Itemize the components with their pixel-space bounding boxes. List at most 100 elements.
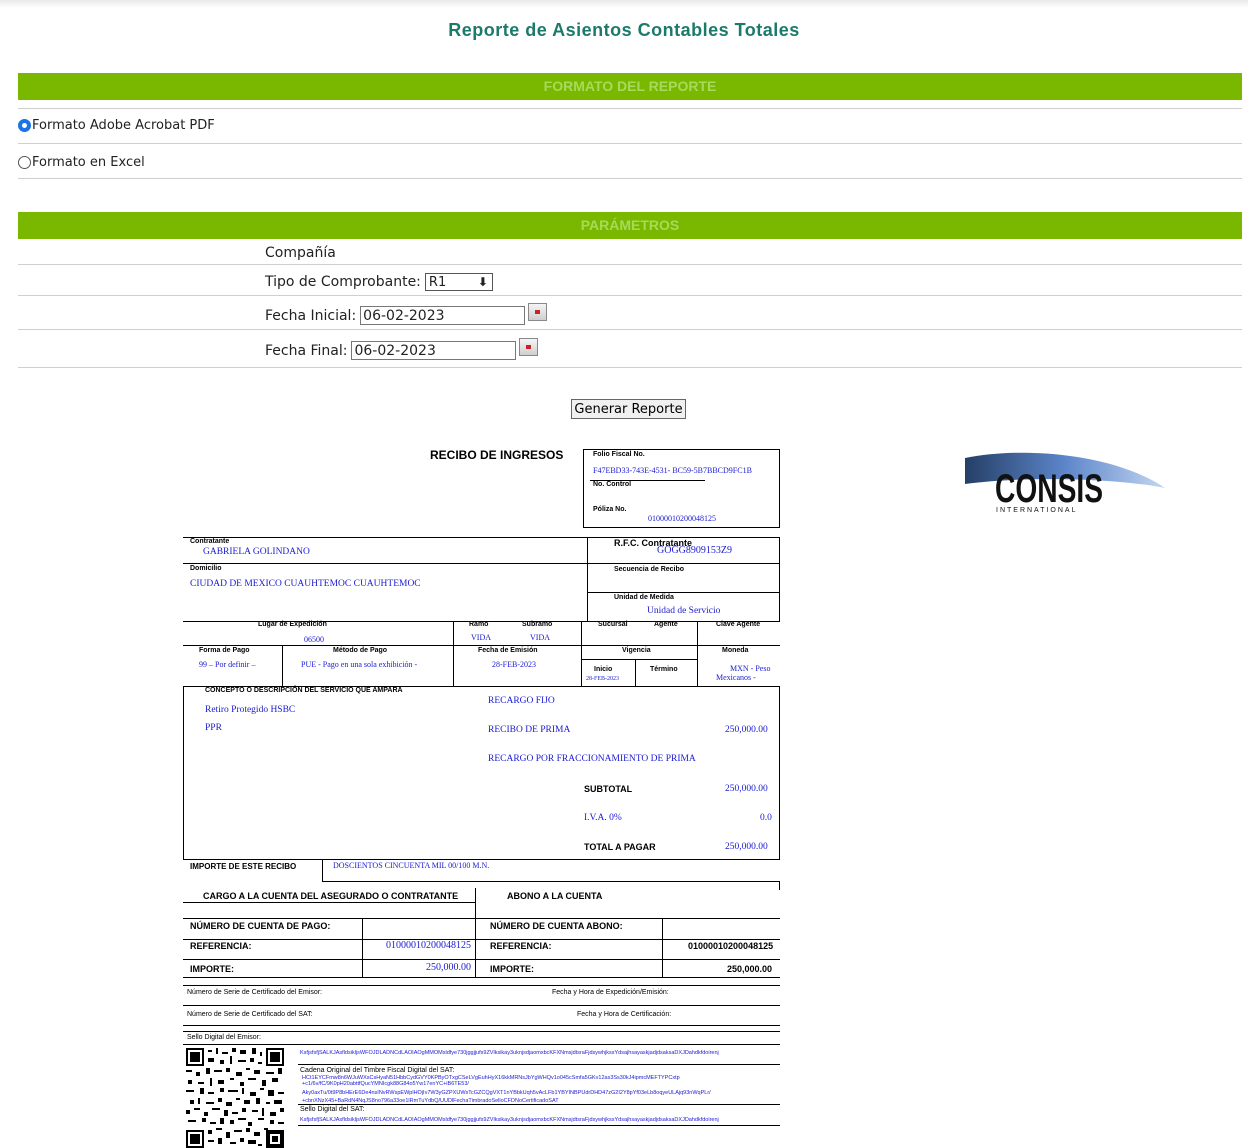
- fecha-final-input[interactable]: 06-02-2023: [351, 341, 517, 360]
- domicilio-label: Domicilio: [190, 565, 222, 572]
- abono-label: ABONO A LA CUENTA: [507, 891, 603, 901]
- inicio-label: Inicio: [594, 666, 613, 673]
- importe-abono-label: IMPORTE:: [490, 964, 534, 974]
- chevron-down-icon: ⬇: [477, 275, 488, 289]
- referencia-cargo-value: 01000010200048125: [386, 940, 471, 951]
- rfc-value: GOGG8909153Z9: [657, 545, 732, 556]
- serie-sat-label: Número de Serie de Certificado del SAT:: [187, 1011, 313, 1018]
- radio-excel[interactable]: [18, 156, 31, 169]
- ramo-value: VIDA: [471, 633, 491, 642]
- logo-subtext: INTERNATIONAL: [996, 507, 1078, 514]
- tipo-row: Tipo de Comprobante: R1 ⬇: [265, 273, 493, 291]
- forma-pago-value: 99 – Por definir –: [199, 660, 256, 669]
- contratante-label: Contratante: [190, 538, 230, 545]
- concepto-2: PPR: [205, 723, 222, 733]
- top-shadow-bar: [0, 0, 1248, 8]
- cadena-line-2: +c1/6v/fC/9K0pH20abttfQucYMNIcgk88G84o5Y…: [302, 1081, 469, 1087]
- secuencia-label: Secuencia de Recibo: [614, 566, 685, 573]
- ramo-label: Ramo: [469, 621, 489, 628]
- receipt-title: RECIBO DE INGRESOS: [430, 448, 564, 462]
- calendar-icon[interactable]: [528, 302, 548, 321]
- divider: [18, 264, 1242, 265]
- fecha-final-row: Fecha Final: 06-02-2023: [265, 337, 539, 360]
- page-title: Reporte de Asientos Contables Totales: [448, 20, 800, 40]
- concepto-1: Retiro Protegido HSBC: [205, 705, 296, 715]
- sello-sat-value: KsfjsfsfjSALKJAsfldsikljsWFOJDLADNCdLAOI…: [300, 1117, 719, 1123]
- recargo-fraccionamiento: RECARGO POR FRACCIONAMIENTO DE PRIMA: [488, 754, 696, 764]
- num-cuenta-pago-label: NÚMERO DE CUENTA DE PAGO:: [190, 921, 331, 931]
- fecha-emision-value: 28-FEB-2023: [492, 660, 536, 669]
- divider: [18, 329, 1242, 330]
- sello-emisor-label: Sello Digital del Emisor:: [187, 1034, 261, 1041]
- importe-recibo-label: IMPORTE DE ESTE RECIBO: [190, 862, 297, 871]
- logo-text: CONSIS: [995, 467, 1103, 511]
- folio-value: F47EBD33-743E-4531- BC59-5B7BBCD9FC1B: [593, 466, 752, 475]
- company-label: Compañía: [265, 245, 336, 261]
- unidad-value: Unidad de Servicio: [647, 606, 721, 616]
- qr-code: [186, 1048, 284, 1148]
- fecha-inicial-row: Fecha Inicial: 06-02-2023: [265, 302, 548, 325]
- contratante-value: GABRIELA GOLINDANO: [203, 547, 310, 557]
- subramo-value: VIDA: [530, 633, 550, 642]
- fecha-expedicion-label: Fecha y Hora de Expedición/Emisión:: [552, 989, 669, 996]
- divider: [18, 143, 1242, 144]
- concepto-label: CONCEPTO O DESCRIPCIÓN DEL SERVICIO QUE …: [205, 687, 403, 694]
- tipo-label: Tipo de Comprobante:: [265, 274, 421, 290]
- radio-excel-row[interactable]: Formato en Excel: [18, 155, 145, 170]
- radio-pdf-row[interactable]: Formato Adobe Acrobat PDF: [18, 118, 215, 133]
- iva-label: I.V.A. 0%: [584, 813, 622, 823]
- folio-label: Folio Fiscal No.: [593, 451, 645, 458]
- params-section-header: PARÁMETROS: [18, 212, 1242, 239]
- divider: [18, 295, 1242, 296]
- importe-abono-value: 250,000.00: [727, 964, 773, 974]
- total-label: TOTAL A PAGAR: [584, 842, 656, 852]
- generate-report-button[interactable]: Generar Reporte: [571, 399, 686, 419]
- lugar-value: 06500: [304, 635, 324, 644]
- divider: [18, 108, 1242, 109]
- subramo-label: Subramo: [522, 621, 553, 628]
- importe-cargo-label: IMPORTE:: [190, 964, 234, 974]
- termino-label: Término: [650, 666, 678, 673]
- radio-pdf[interactable]: [18, 119, 31, 132]
- cadena-line-3: Aky0axTu/0t9P8bHErE6De4nsINvRWspEWplHOjI…: [302, 1090, 711, 1096]
- radio-excel-label: Formato en Excel: [32, 155, 145, 170]
- importe-cargo-value: 250,000.00: [426, 962, 471, 973]
- metodo-pago-value: PUE - Pago en una sola exhibición -: [301, 660, 418, 669]
- referencia-cargo-label: REFERENCIA:: [190, 941, 252, 951]
- serie-emisor-label: Número de Serie de Certificado del Emiso…: [187, 989, 323, 996]
- metodo-pago-label: Método de Pago: [333, 647, 388, 654]
- radio-pdf-label: Formato Adobe Acrobat PDF: [32, 118, 215, 133]
- moneda-value-2: Mexicanos -: [716, 673, 756, 682]
- fecha-inicial-label: Fecha Inicial:: [265, 307, 357, 324]
- fecha-inicial-input[interactable]: 06-02-2023: [360, 306, 526, 325]
- moneda-value-1: MXN - Peso: [730, 664, 771, 673]
- poliza-value: 01000010200048125: [648, 514, 716, 523]
- control-label: No. Control: [593, 481, 632, 488]
- domicilio-value: CIUDAD DE MEXICO CUAUHTEMOC CUAUHTEMOC: [190, 579, 421, 589]
- recibo-prima: RECIBO DE PRIMA: [488, 725, 571, 735]
- tipo-select-value: R1: [428, 274, 447, 290]
- fecha-final-label: Fecha Final:: [265, 342, 348, 359]
- unidad-label: Unidad de Medida: [614, 594, 674, 601]
- divider: [18, 178, 1242, 179]
- lugar-label: Lugar de Expedición: [258, 621, 327, 628]
- consis-logo: CONSIS INTERNATIONAL: [965, 452, 1165, 514]
- recibo-prima-value: 250,000.00: [725, 725, 768, 735]
- importe-recibo-value: DOSCIENTOS CINCUENTA MIL 00/100 M.N.: [333, 861, 490, 870]
- fecha-certificacion-label: Fecha y Hora de Certificación:: [577, 1011, 672, 1018]
- forma-pago-label: Forma de Pago: [199, 647, 250, 654]
- recargo-fijo: RECARGO FIJO: [488, 696, 555, 706]
- fecha-emision-label: Fecha de Emisión: [478, 647, 538, 654]
- calendar-icon[interactable]: [519, 337, 539, 356]
- poliza-label: Póliza No.: [593, 506, 627, 513]
- num-cuenta-abono-label: NÚMERO DE CUENTA ABONO:: [490, 921, 623, 931]
- tipo-select[interactable]: R1 ⬇: [424, 273, 493, 291]
- moneda-label: Moneda: [722, 647, 749, 654]
- divider: [18, 367, 1242, 368]
- subtotal-value: 250,000.00: [725, 784, 768, 794]
- referencia-abono-label: REFERENCIA:: [490, 941, 552, 951]
- iva-value: 0.0: [760, 813, 772, 823]
- sello-sat-label: Sello Digital del SAT:: [300, 1106, 365, 1113]
- total-value: 250,000.00: [725, 842, 768, 852]
- sello-emisor-value: KsfjsfsfjSALKJAsfldsikljsWFOJDLADNCdLAOI…: [300, 1050, 719, 1056]
